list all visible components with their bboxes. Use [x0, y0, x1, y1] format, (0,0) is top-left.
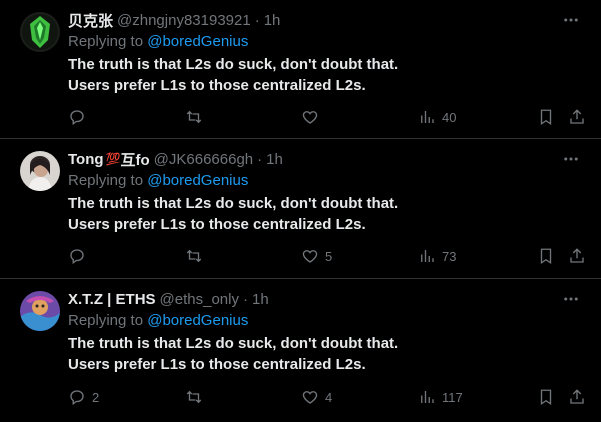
reply-icon: [70, 110, 84, 126]
tweet-text: The truth is that L2s do suck, don't dou…: [68, 193, 589, 235]
heart-icon: [302, 250, 318, 263]
like-count: 5: [325, 248, 333, 264]
replying-to-label: Replying to: [68, 33, 144, 50]
tweet-card[interactable]: Tong 💯 互fo @JK666666gh · 1h Replying to …: [0, 139, 601, 279]
replying-to: Replying to @boredGenius: [68, 32, 589, 52]
mention-link[interactable]: @boredGenius: [147, 33, 248, 50]
like-button[interactable]: 5: [301, 247, 332, 265]
bookmark-icon: [540, 389, 552, 406]
bookmark-button[interactable]: [537, 388, 555, 406]
reply-button[interactable]: 2: [68, 388, 99, 406]
tweet-text-line: The truth is that L2s do suck, don't dou…: [68, 195, 399, 212]
tweet-text-line: Users prefer L1s to those centralized L2…: [68, 77, 366, 94]
view-count: 73: [442, 248, 457, 264]
bookmark-button[interactable]: [537, 108, 555, 126]
retweet-icon: [186, 110, 202, 124]
reply-icon: [70, 249, 84, 265]
tweet-text: The truth is that L2s do suck, don't dou…: [68, 54, 589, 96]
bookmark-icon: [540, 248, 552, 265]
tweet-actions: 40: [68, 107, 589, 127]
view-count: 117: [442, 389, 463, 405]
display-name[interactable]: 贝克张: [68, 10, 113, 31]
share-button[interactable]: [568, 388, 586, 406]
timestamp[interactable]: 1h: [252, 291, 269, 308]
reply-count: 2: [92, 389, 100, 405]
user-handle[interactable]: @eths_only: [160, 291, 239, 308]
share-button[interactable]: [568, 108, 586, 126]
bookmark-icon: [540, 109, 552, 126]
reply-feed: 贝克张 @zhngjny83193921 · 1h Replying to @b…: [0, 0, 601, 422]
reply-icon: [70, 390, 84, 406]
timestamp[interactable]: 1h: [264, 12, 281, 29]
view-count: 40: [442, 109, 457, 125]
more-options-icon[interactable]: [559, 147, 583, 171]
tweet-card[interactable]: 贝克张 @zhngjny83193921 · 1h Replying to @b…: [0, 0, 601, 139]
like-button[interactable]: [301, 108, 325, 126]
user-handle[interactable]: @zhngjny83193921: [117, 12, 251, 29]
retweet-icon: [186, 390, 202, 404]
avatar[interactable]: [20, 151, 60, 191]
share-icon: [570, 109, 584, 124]
views-icon: [421, 391, 434, 403]
share-icon: [570, 248, 584, 263]
avatar[interactable]: [20, 12, 60, 52]
display-name[interactable]: X.T.Z | ETHS: [68, 291, 156, 308]
separator-dot: ·: [254, 11, 260, 29]
tweet-actions: 2 4 117: [68, 387, 589, 407]
separator-dot: ·: [243, 290, 248, 308]
retweet-button[interactable]: [185, 108, 209, 126]
replying-to: Replying to @boredGenius: [68, 171, 589, 191]
user-handle[interactable]: @JK666666gh: [154, 151, 253, 168]
replying-to-label: Replying to: [68, 312, 144, 329]
tweet-text-line: Users prefer L1s to those centralized L2…: [68, 216, 366, 233]
retweet-icon: [186, 249, 202, 263]
views-icon: [421, 250, 434, 262]
views-button[interactable]: 40: [418, 108, 456, 126]
more-options-icon[interactable]: [559, 287, 583, 311]
timestamp[interactable]: 1h: [266, 151, 283, 168]
bookmark-button[interactable]: [537, 247, 555, 265]
share-button[interactable]: [568, 247, 586, 265]
share-icon: [570, 389, 584, 404]
tweet-text-line: The truth is that L2s do suck, don't dou…: [68, 335, 399, 352]
replying-to: Replying to @boredGenius: [68, 311, 589, 331]
hundred-points-emoji: 💯: [105, 152, 121, 166]
tweet-card[interactable]: X.T.Z | ETHS @eths_only · 1h Replying to…: [0, 279, 601, 422]
like-button[interactable]: 4: [301, 388, 332, 406]
views-icon: [421, 111, 434, 123]
more-options-icon[interactable]: [559, 8, 583, 32]
tweet-text-line: The truth is that L2s do suck, don't dou…: [68, 56, 399, 73]
reply-button[interactable]: [68, 108, 92, 126]
separator-dot: ·: [257, 150, 263, 168]
views-button[interactable]: 117: [418, 388, 463, 406]
mention-link[interactable]: @boredGenius: [147, 312, 248, 329]
views-button[interactable]: 73: [418, 247, 456, 265]
reply-button[interactable]: [68, 247, 92, 265]
heart-icon: [302, 111, 318, 124]
mention-link[interactable]: @boredGenius: [147, 172, 248, 189]
tweet-actions: 5 73: [68, 246, 589, 266]
retweet-button[interactable]: [185, 388, 209, 406]
tweet-text: The truth is that L2s do suck, don't dou…: [68, 333, 589, 375]
tweet-text-line: Users prefer L1s to those centralized L2…: [68, 356, 366, 373]
like-count: 4: [325, 389, 333, 405]
avatar[interactable]: [20, 291, 60, 331]
replying-to-label: Replying to: [68, 172, 144, 189]
retweet-button[interactable]: [185, 247, 209, 265]
display-name[interactable]: Tong: [68, 151, 104, 168]
heart-icon: [302, 391, 318, 404]
display-name-suffix[interactable]: 互fo: [121, 149, 150, 170]
